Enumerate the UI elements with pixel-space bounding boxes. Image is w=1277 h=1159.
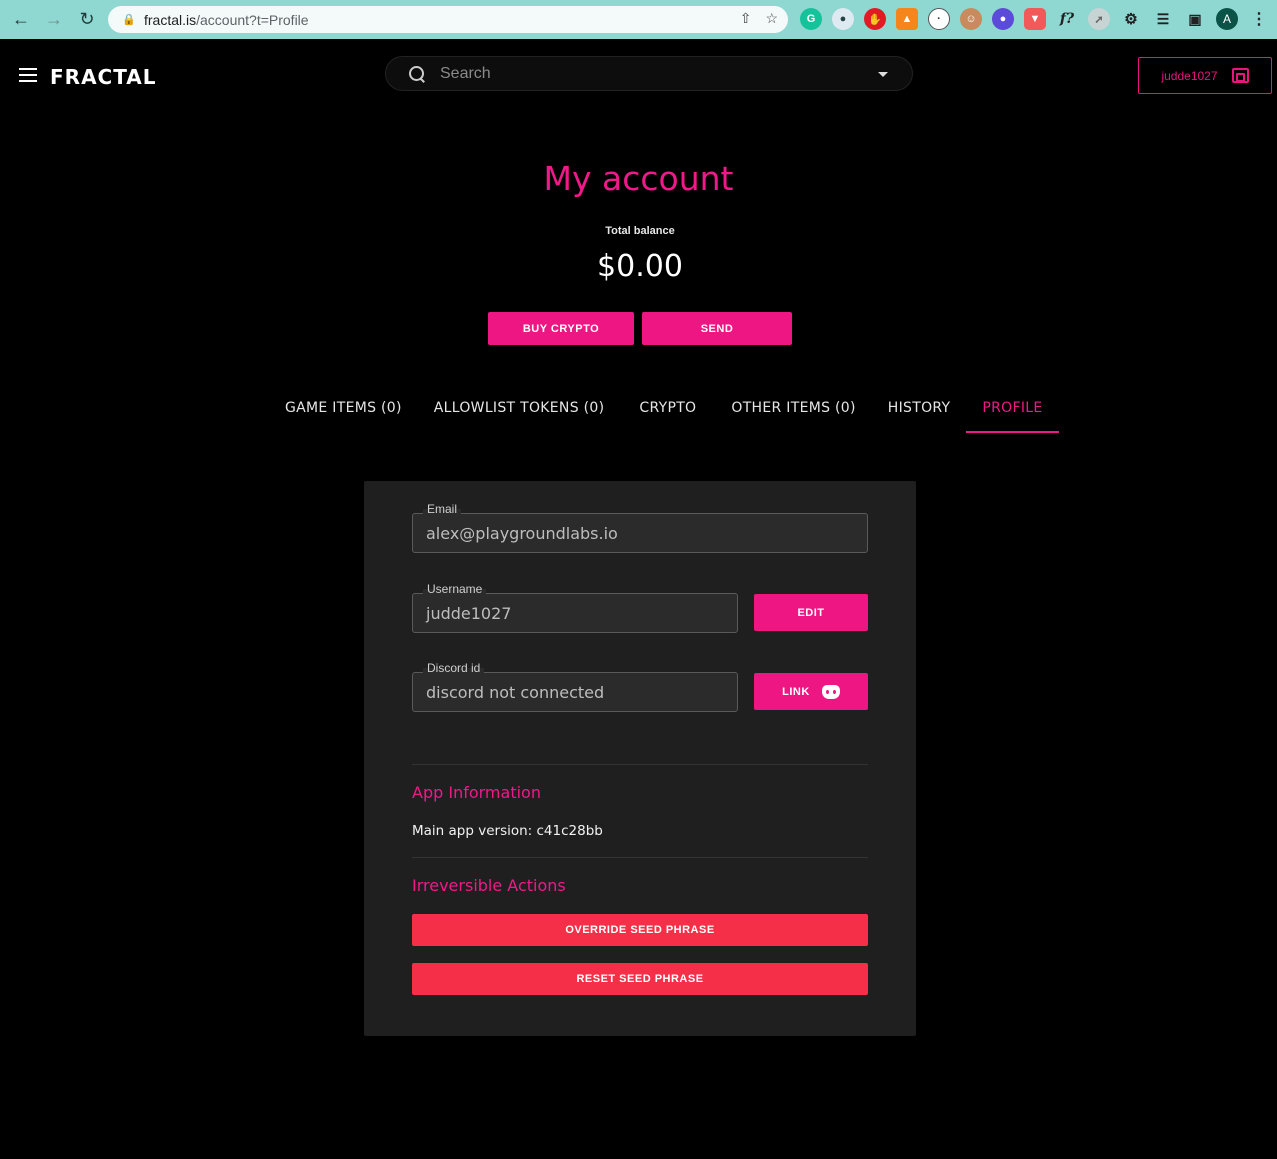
email-label: Email — [423, 502, 462, 516]
grammarly-extension-icon[interactable]: G — [800, 8, 822, 30]
discord-id-value: discord not connected — [426, 683, 605, 702]
username-value: judde1027 — [426, 604, 512, 623]
discord-icon — [821, 684, 840, 699]
hamburger-menu-icon[interactable] — [19, 68, 37, 82]
total-balance-value: $0.00 — [597, 249, 683, 284]
discord-id-label: Discord id — [423, 661, 485, 675]
bookmark-star-icon[interactable]: ☆ — [765, 10, 778, 27]
face-extension-icon[interactable]: ☺ — [960, 8, 982, 30]
page-title: My account — [543, 159, 734, 198]
extensions-bar: G ● ✋ ▲ · ☺ ● ▼ f? ➚ ⚙ ☰ ▣ A ⋮ — [800, 8, 1270, 30]
username-label: Username — [423, 582, 487, 596]
reset-seed-phrase-button[interactable]: RESET SEED PHRASE — [412, 963, 868, 995]
tab-other-items[interactable]: OTHER ITEMS (0) — [715, 390, 871, 433]
divider — [412, 857, 868, 858]
divider — [412, 764, 868, 765]
discord-id-field[interactable]: Discord id discord not connected — [412, 661, 738, 712]
puzzle-extensions-icon[interactable]: ⚙ — [1120, 8, 1142, 30]
password-extension-icon[interactable]: ● — [832, 8, 854, 30]
wallet-button[interactable]: judde1027 — [1138, 57, 1272, 94]
share-icon[interactable]: ⇧ — [740, 10, 752, 27]
compass-extension-icon[interactable]: ➚ — [1088, 8, 1110, 30]
total-balance-label: Total balance — [605, 225, 675, 237]
edit-username-button[interactable]: EDIT — [754, 594, 868, 631]
tab-game-items[interactable]: GAME ITEMS (0) — [269, 390, 418, 433]
tab-profile[interactable]: PROFILE — [966, 390, 1059, 433]
address-bar[interactable]: 🔒 fractal.is/account?t=Profile ⇧ ☆ — [108, 6, 788, 33]
account-tabs: GAME ITEMS (0) ALLOWLIST TOKENS (0) CRYP… — [269, 390, 1059, 433]
url-domain: fractal.is — [144, 11, 197, 28]
tab-history[interactable]: HISTORY — [872, 390, 967, 433]
app-page: FRACTAL judde1027 My account Total balan… — [0, 39, 1277, 1159]
url-path: /account?t=Profile — [196, 11, 309, 28]
buy-crypto-button[interactable]: BUY CRYPTO — [488, 312, 634, 345]
tab-crypto[interactable]: CRYPTO — [623, 390, 712, 433]
app-version-text: Main app version: c41c28bb — [412, 823, 603, 839]
media-queue-icon[interactable]: ☰ — [1152, 8, 1174, 30]
reload-icon[interactable]: ↻ — [71, 0, 103, 39]
search-bar[interactable] — [385, 56, 913, 91]
override-seed-phrase-button[interactable]: OVERRIDE SEED PHRASE — [412, 914, 868, 946]
wallet-username: judde1027 — [1161, 68, 1218, 83]
wallet-icon — [1231, 68, 1249, 83]
search-icon — [408, 65, 426, 83]
formula-extension-icon[interactable]: f? — [1056, 8, 1078, 30]
send-button[interactable]: SEND — [642, 312, 792, 345]
forward-icon[interactable]: → — [38, 0, 70, 39]
chat-extension-icon[interactable]: ● — [992, 8, 1014, 30]
profile-avatar[interactable]: A — [1216, 8, 1238, 30]
search-input[interactable] — [440, 64, 860, 83]
fractal-logo[interactable]: FRACTAL — [50, 65, 157, 89]
caret-down-icon[interactable] — [878, 72, 888, 77]
tab-allowlist-tokens[interactable]: ALLOWLIST TOKENS (0) — [418, 390, 621, 433]
app-information-heading: App Information — [412, 783, 541, 802]
metamask-extension-icon[interactable]: ▲ — [896, 8, 918, 30]
link-discord-label: LINK — [782, 685, 810, 698]
email-value: alex@playgroundlabs.io — [426, 524, 618, 543]
back-icon[interactable]: ← — [5, 0, 37, 39]
shield-extension-icon[interactable]: ▼ — [1024, 8, 1046, 30]
username-field[interactable]: Username judde1027 — [412, 582, 738, 633]
profile-panel: Email alex@playgroundlabs.io Username ju… — [364, 481, 916, 1036]
irreversible-actions-heading: Irreversible Actions — [412, 876, 566, 895]
kebab-menu-icon[interactable]: ⋮ — [1248, 8, 1270, 30]
lock-icon: 🔒 — [122, 14, 136, 26]
email-field[interactable]: Email alex@playgroundlabs.io — [412, 502, 868, 553]
adblock-extension-icon[interactable]: ✋ — [864, 8, 886, 30]
code-extension-icon[interactable]: · — [928, 8, 950, 30]
side-panel-icon[interactable]: ▣ — [1184, 8, 1206, 30]
browser-toolbar: ← → ↻ 🔒 fractal.is/account?t=Profile ⇧ ☆… — [0, 0, 1277, 39]
link-discord-button[interactable]: LINK — [754, 673, 868, 710]
